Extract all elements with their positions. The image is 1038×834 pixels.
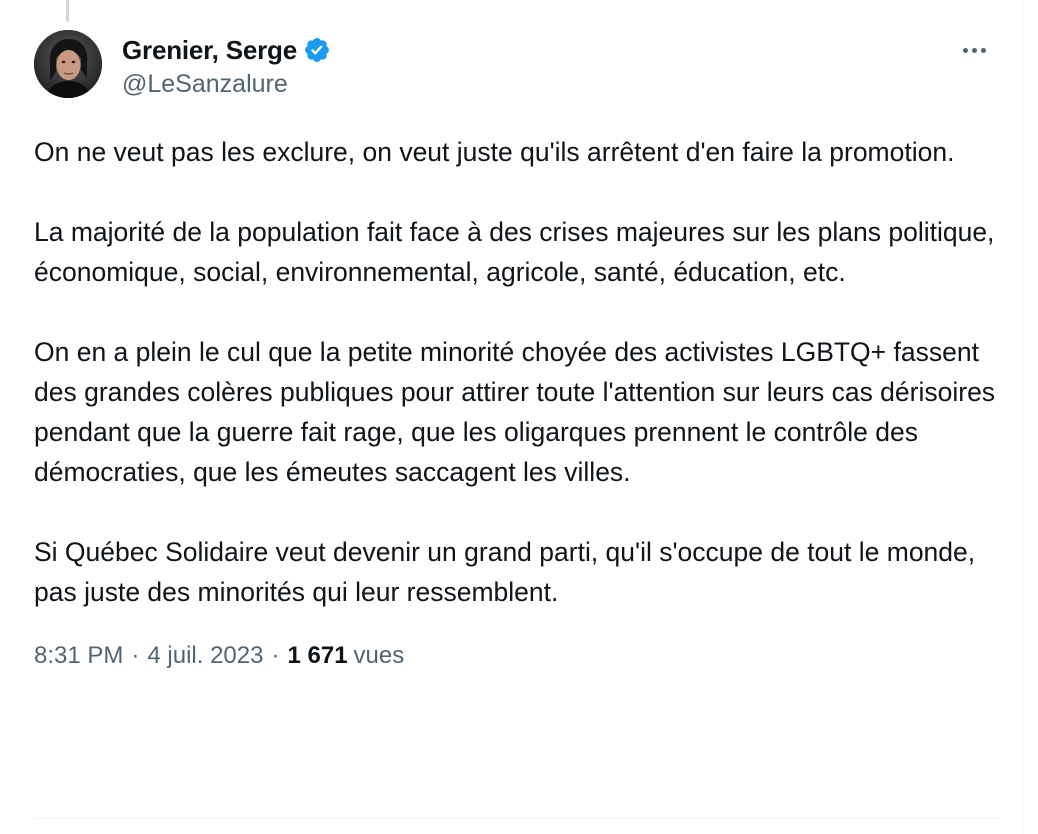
verified-badge-icon[interactable] (303, 36, 331, 64)
author-display-name[interactable]: Grenier, Serge (122, 35, 297, 66)
tweet-metadata: 8:31 PM · 4 juil. 2023 · 1 671 vues (34, 642, 1000, 670)
tweet-paragraph: On en a plein le cul que la petite minor… (34, 337, 996, 487)
author-handle[interactable]: @LeSanzalure (122, 70, 331, 99)
author-name-row: Grenier, Serge (122, 34, 331, 66)
meta-separator: · (271, 642, 280, 669)
author-info: Grenier, Serge @LeSanzalure (122, 34, 331, 99)
views-count: 1 671 (287, 642, 348, 669)
more-horizontal-icon (962, 47, 968, 53)
tweet-paragraph: Si Québec Solidaire veut devenir un gran… (34, 537, 976, 607)
avatar[interactable] (34, 30, 102, 98)
more-horizontal-icon-dot (971, 47, 977, 53)
more-options-button[interactable] (954, 36, 994, 64)
tweet-date[interactable]: 4 juil. 2023 (147, 642, 263, 670)
timeline-border (1022, 0, 1023, 834)
views-label: vues (353, 642, 405, 669)
tweet-divider (34, 818, 1000, 819)
tweet-detail: Grenier, Serge @LeSanzalure On ne veut p… (34, 30, 1000, 670)
thread-connector-line (66, 0, 69, 22)
tweet-header: Grenier, Serge @LeSanzalure (34, 30, 1000, 104)
more-horizontal-icon-dot (980, 47, 986, 53)
tweet-time[interactable]: 8:31 PM (34, 642, 123, 670)
tweet-page: Grenier, Serge @LeSanzalure On ne veut p… (0, 0, 1038, 834)
meta-separator: · (131, 642, 140, 669)
tweet-paragraph: On ne veut pas les exclure, on veut just… (34, 137, 955, 167)
tweet-paragraph: La majorité de la population fait face à… (34, 217, 995, 287)
tweet-text: On ne veut pas les exclure, on veut just… (34, 132, 1000, 612)
